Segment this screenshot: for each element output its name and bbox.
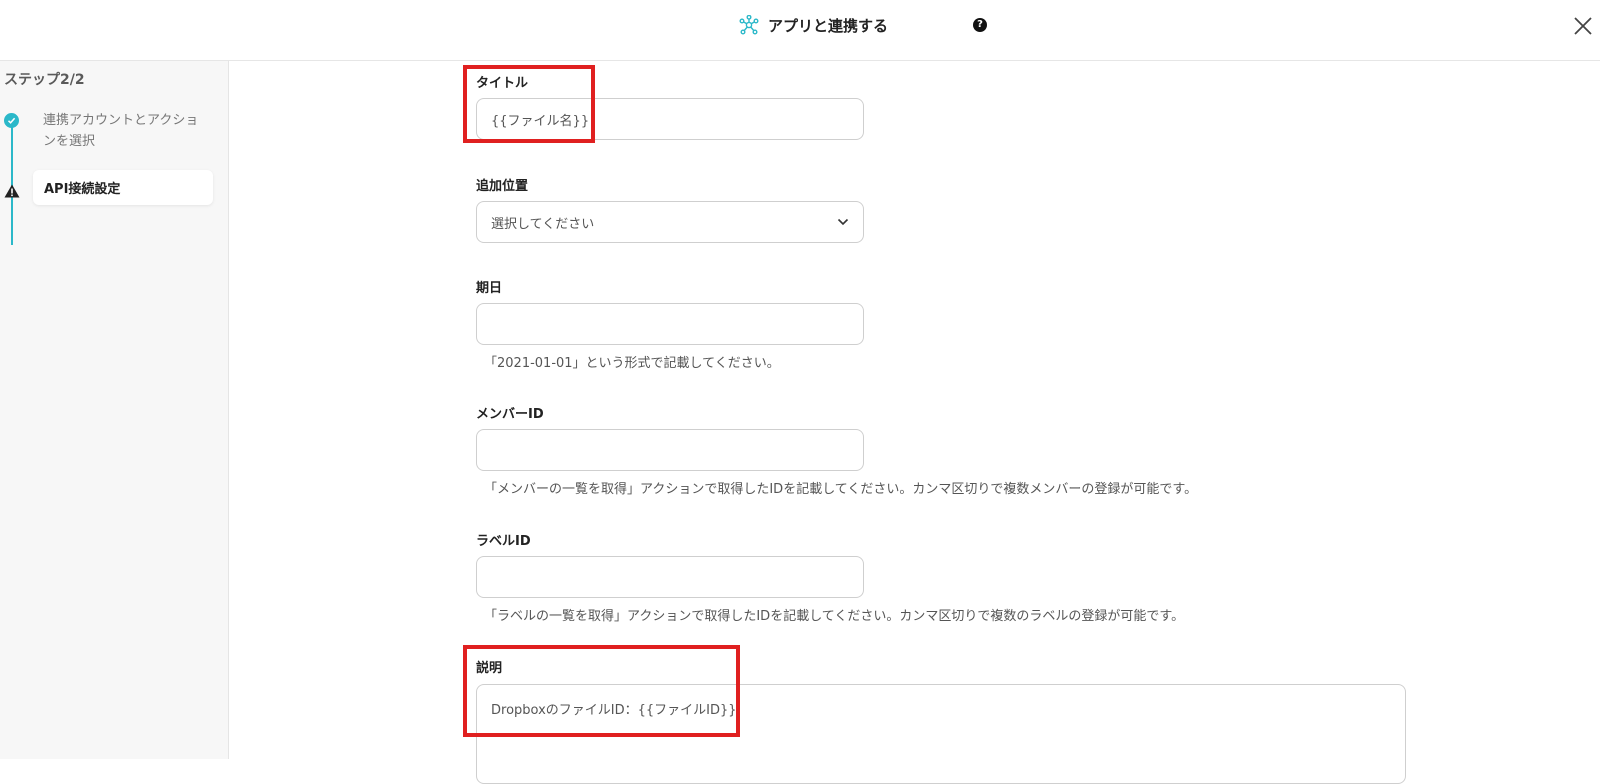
title-input[interactable]: {{ファイル名}} bbox=[476, 98, 864, 140]
modal-title: アプリと連携する bbox=[738, 13, 888, 37]
label-id-input[interactable] bbox=[476, 556, 864, 598]
due-date-input[interactable] bbox=[476, 303, 864, 345]
modal-header: アプリと連携する ? bbox=[0, 0, 1600, 61]
step-item-api-settings[interactable]: API接続設定 bbox=[33, 170, 213, 205]
modal-title-text: アプリと連携する bbox=[768, 16, 889, 35]
member-id-label: メンバーID bbox=[476, 407, 544, 422]
position-selected-value: 選択してください bbox=[491, 216, 595, 232]
step-item-label: API接続設定 bbox=[44, 182, 121, 197]
member-id-help: 「メンバーの一覧を取得」アクションで取得したIDを記載してください。カンマ区切り… bbox=[484, 482, 1198, 497]
member-id-input[interactable] bbox=[476, 429, 864, 471]
step-item-select-account-action[interactable]: 連携アカウントとアクションを選択 bbox=[43, 110, 208, 152]
label-id-label: ラベルID bbox=[476, 534, 531, 549]
label-id-help: 「ラベルの一覧を取得」アクションで取得したIDを記載してください。カンマ区切りで… bbox=[484, 609, 1185, 624]
due-date-help: 「2021-01-01」という形式で記載してください。 bbox=[484, 356, 780, 371]
description-label: 説明 bbox=[476, 661, 503, 676]
title-value: {{ファイル名}} bbox=[491, 113, 590, 129]
position-select[interactable]: 選択してください bbox=[476, 201, 864, 243]
title-label: タイトル bbox=[476, 76, 529, 91]
step-sidebar: ステップ2/2 連携アカウントとアクションを選択 API接続設定 bbox=[0, 61, 229, 759]
position-label: 追加位置 bbox=[476, 179, 529, 194]
warning-icon bbox=[4, 183, 20, 198]
description-textarea[interactable]: DropboxのファイルID：{{ファイルID}} bbox=[476, 684, 1406, 784]
help-icon[interactable]: ? bbox=[973, 18, 987, 32]
step-counter: ステップ2/2 bbox=[4, 72, 85, 88]
description-value: DropboxのファイルID：{{ファイルID}} bbox=[491, 703, 737, 718]
due-date-label: 期日 bbox=[476, 281, 503, 296]
check-icon bbox=[4, 113, 19, 128]
chevron-down-icon bbox=[837, 215, 849, 230]
network-icon bbox=[738, 14, 760, 36]
close-icon[interactable] bbox=[1572, 15, 1594, 37]
